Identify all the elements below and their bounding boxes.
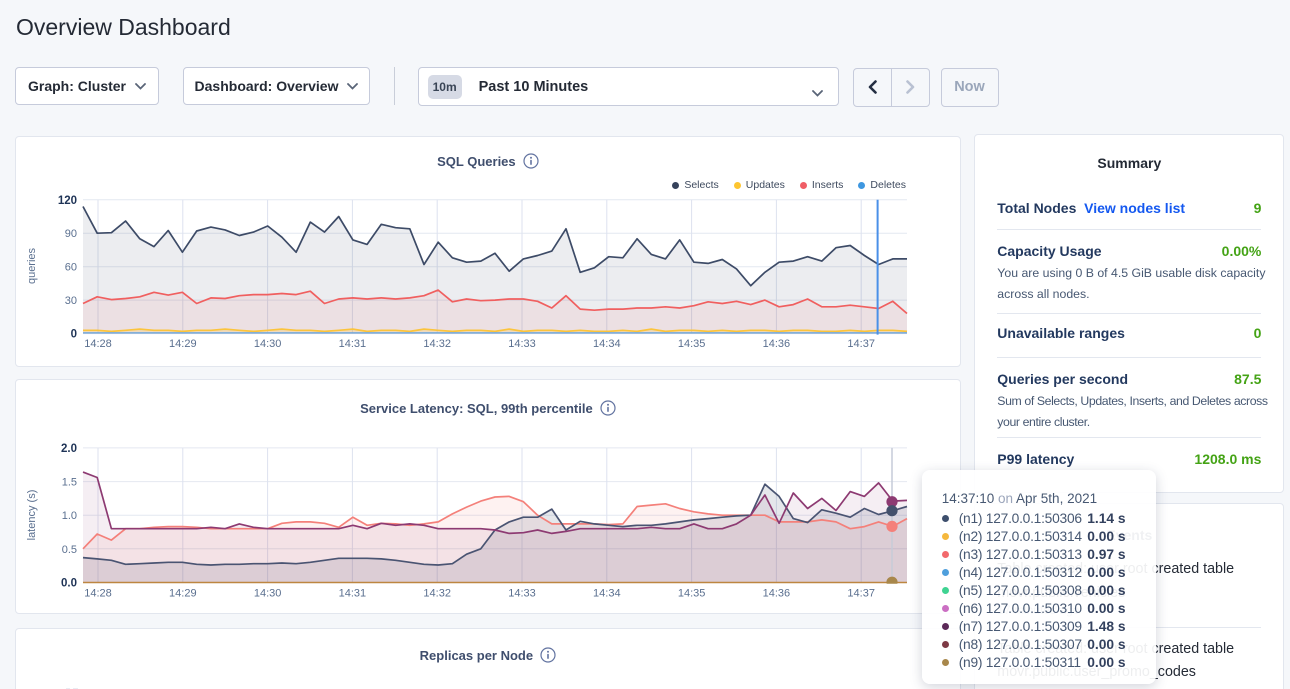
svg-text:1.0: 1.0 (62, 510, 77, 522)
svg-text:14:28: 14:28 (84, 338, 112, 350)
svg-text:90: 90 (65, 228, 77, 240)
svg-text:14:32: 14:32 (423, 338, 451, 350)
svg-text:queries: queries (26, 247, 38, 284)
svg-text:14:29: 14:29 (169, 338, 197, 350)
svg-text:14:33: 14:33 (508, 587, 536, 599)
svg-text:0: 0 (71, 329, 77, 341)
svg-text:14:35: 14:35 (678, 338, 706, 350)
svg-text:60: 60 (65, 262, 77, 274)
svg-text:14:34: 14:34 (593, 587, 621, 599)
svg-text:14:31: 14:31 (339, 338, 367, 350)
svg-text:120: 120 (58, 195, 77, 207)
svg-text:2.0: 2.0 (61, 442, 77, 454)
svg-text:0.0: 0.0 (61, 577, 77, 589)
svg-text:0.5: 0.5 (62, 543, 77, 555)
svg-text:14:35: 14:35 (678, 587, 706, 599)
svg-text:14:30: 14:30 (254, 338, 282, 350)
svg-text:14:32: 14:32 (423, 587, 451, 599)
svg-text:14:37: 14:37 (847, 338, 875, 350)
svg-text:14:28: 14:28 (84, 587, 112, 599)
svg-text:14:30: 14:30 (254, 587, 282, 599)
svg-text:latency (s): latency (s) (26, 489, 38, 540)
svg-text:14:33: 14:33 (508, 338, 536, 350)
svg-text:14:36: 14:36 (763, 587, 791, 599)
svg-text:30: 30 (65, 295, 77, 307)
svg-text:14:36: 14:36 (763, 338, 791, 350)
svg-text:14:34: 14:34 (593, 338, 621, 350)
svg-text:14:31: 14:31 (339, 587, 367, 599)
svg-text:14:37: 14:37 (847, 587, 875, 599)
svg-text:1.5: 1.5 (62, 476, 77, 488)
svg-text:14:29: 14:29 (169, 587, 197, 599)
